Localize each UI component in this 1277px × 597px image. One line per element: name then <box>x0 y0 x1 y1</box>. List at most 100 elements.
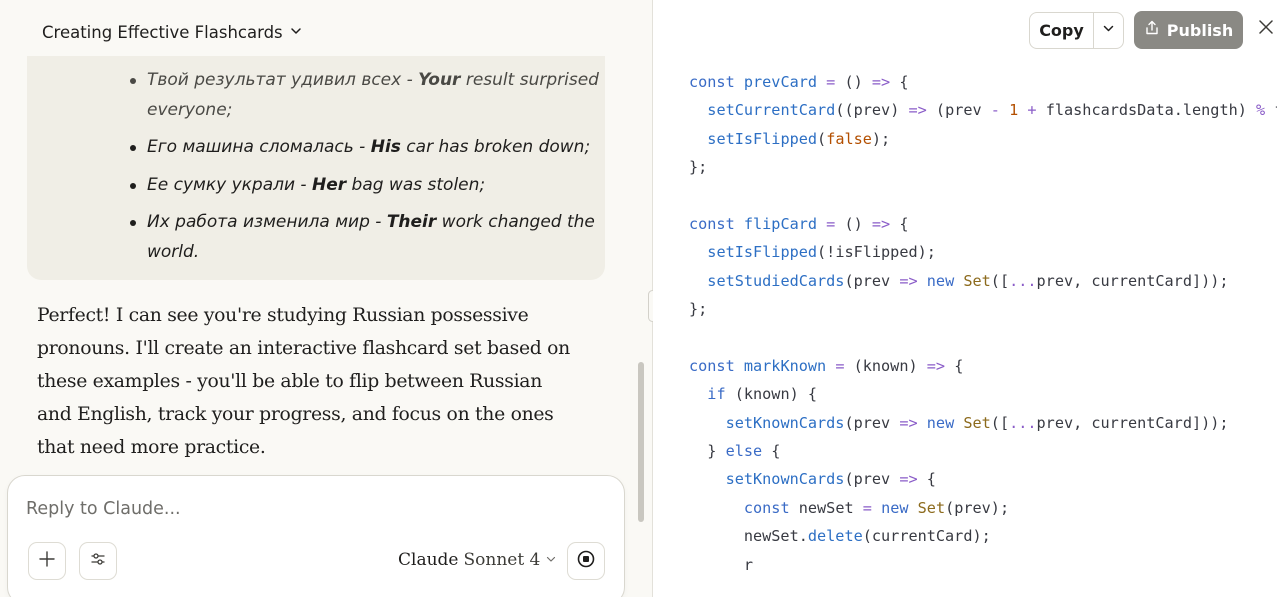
chevron-down-icon <box>1102 22 1115 40</box>
list-item: Его машина сломалась - His car has broke… <box>130 133 607 163</box>
code-token: = <box>817 73 845 91</box>
code-token: else <box>725 442 763 461</box>
code-token: (prev <box>844 413 900 432</box>
model-selector[interactable]: Claude Sonnet 4 <box>398 550 557 570</box>
code-token: newSet. <box>689 527 808 546</box>
code-token: Set <box>963 413 991 432</box>
code-token: % <box>1256 101 1266 120</box>
publish-label: Publish <box>1166 20 1234 40</box>
code-token: { <box>762 442 781 461</box>
model-brand: Claude <box>398 550 459 570</box>
code-token: Set <box>963 271 991 290</box>
pronoun-highlight: Her <box>311 174 347 195</box>
list-item: Их работа изменила мир - Their work chan… <box>130 208 607 267</box>
code-token: new <box>881 498 918 517</box>
code-token: (!isFlipped); <box>817 243 936 262</box>
code-token: = <box>817 214 845 233</box>
code-token: prev, currentCard])); <box>1036 271 1229 290</box>
code-token: Set <box>917 498 946 517</box>
user-message-list: Твой результат удивил всех - Your result… <box>130 66 607 267</box>
code-token: = <box>862 498 872 517</box>
close-icon <box>1257 20 1275 40</box>
code-token: { <box>917 470 936 489</box>
chat-scrollbar[interactable] <box>638 362 644 522</box>
code-token: newSet <box>798 498 863 517</box>
code-token: + <box>1027 101 1037 120</box>
code-token: new <box>926 413 964 432</box>
code-token: { <box>890 214 909 233</box>
code-token: ... <box>1009 413 1037 432</box>
close-button[interactable] <box>1257 18 1277 42</box>
code-token: = <box>826 356 854 375</box>
chat-pane: Creating Effective Flashcards Твой резул… <box>0 0 652 597</box>
code-token: ... <box>1009 271 1037 290</box>
code-token: (( <box>835 101 854 120</box>
list-item: Твой результат удивил всех - Your result… <box>130 66 607 125</box>
code-line: setIsFlipped(false); <box>689 125 1277 153</box>
model-name: Sonnet 4 <box>463 550 541 570</box>
bullet-icon <box>130 145 136 151</box>
stop-button[interactable] <box>567 542 605 580</box>
code-token: setIsFlipped <box>707 243 818 262</box>
code-token: flashcardsData.length) <box>1036 101 1257 120</box>
add-attachment-button[interactable] <box>28 542 66 580</box>
code-line: r <box>689 551 1277 579</box>
code-token: markKnown <box>743 356 827 375</box>
code-line: setKnownCards(prev => new Set([...prev, … <box>689 409 1277 437</box>
code-token: ) <box>890 101 909 120</box>
code-token: ([ <box>990 413 1010 432</box>
tools-button[interactable] <box>79 542 117 580</box>
code-token: prev <box>853 101 891 120</box>
code-token: () <box>844 73 872 91</box>
assistant-message: Perfect! I can see you're studying Russi… <box>37 305 570 458</box>
code-view: const prevCard = () => { setCurrentCard(… <box>689 68 1277 579</box>
chevron-down-icon <box>545 550 557 570</box>
plus-icon <box>38 550 56 573</box>
code-token: }; <box>689 300 708 319</box>
code-line: const newSet = new Set(prev); <box>689 494 1277 522</box>
code-token: prevCard <box>743 73 818 91</box>
conversation-title: Creating Effective Flashcards <box>42 22 283 42</box>
code-token: if <box>707 385 726 404</box>
code-token: (known) { <box>725 385 818 404</box>
code-line: const flipCard = () => { <box>689 210 1277 238</box>
code-line: newSet.delete(currentCard); <box>689 522 1277 550</box>
code-line: } else { <box>689 437 1277 465</box>
copy-options-button[interactable] <box>1094 13 1123 48</box>
code-token: { <box>890 73 909 91</box>
code-token: => <box>871 214 891 233</box>
code-token: => <box>899 271 918 290</box>
code-token: => <box>908 101 927 120</box>
code-token: => <box>926 356 946 375</box>
bullet-icon <box>130 220 136 226</box>
code-token: setStudiedCards <box>707 271 845 290</box>
code-token: ( <box>817 129 827 148</box>
chevron-down-icon <box>289 23 303 42</box>
code-token: } <box>689 442 726 461</box>
copy-button[interactable]: Copy <box>1030 13 1094 48</box>
share-icon <box>1144 20 1160 40</box>
code-token: delete <box>807 527 863 546</box>
reply-input[interactable] <box>26 494 586 524</box>
user-message-bubble: Твой результат удивил всех - Your result… <box>27 56 605 280</box>
pronoun-highlight: Their <box>386 212 437 232</box>
code-line: setKnownCards(prev => { <box>689 465 1277 493</box>
publish-button[interactable]: Publish <box>1134 11 1243 49</box>
code-token: }; <box>689 158 708 177</box>
russian-phrase: Ее сумку украли - <box>147 174 312 195</box>
code-line: const prevCard = () => { <box>689 68 1277 96</box>
code-token: r <box>689 555 754 574</box>
code-token: new <box>926 271 964 290</box>
code-token: flashcardsData.length)); <box>1265 101 1277 119</box>
bullet-icon <box>130 182 136 189</box>
conversation-title-menu[interactable]: Creating Effective Flashcards <box>42 20 303 44</box>
